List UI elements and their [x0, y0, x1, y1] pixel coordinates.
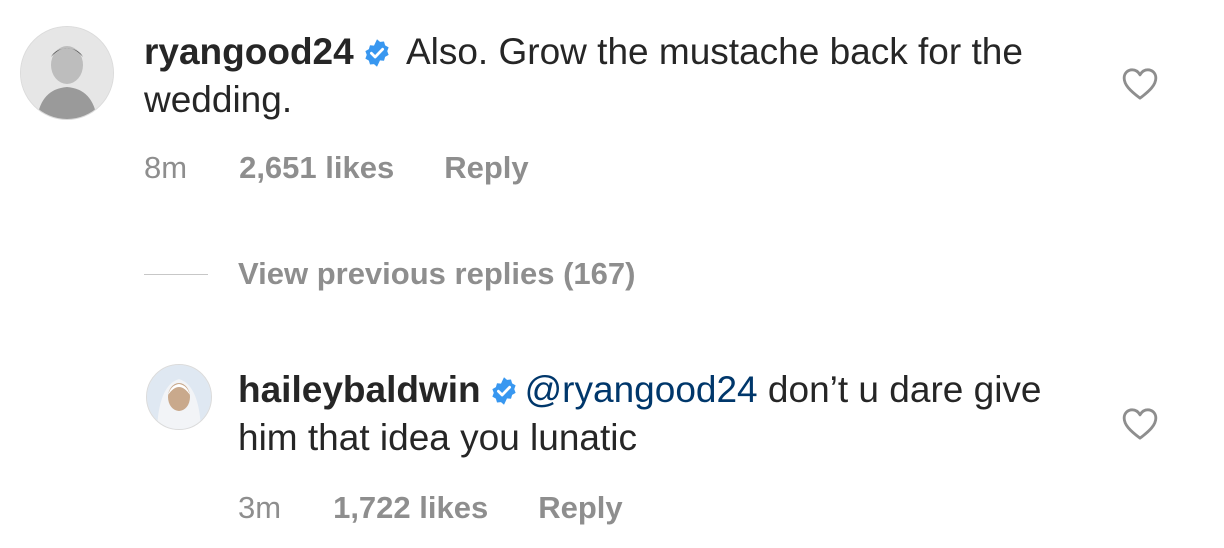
verified-badge-icon: [492, 377, 516, 405]
comment-username[interactable]: ryangood24: [144, 31, 354, 72]
comment-time: 8m: [144, 150, 188, 185]
reply-button[interactable]: Reply: [444, 150, 528, 186]
comment-body: ryangood24 Also. Grow the mustache back …: [144, 28, 1064, 124]
replies-divider: [144, 273, 208, 275]
mention-link[interactable]: @ryangood24: [525, 369, 758, 410]
comment-likes[interactable]: 2,651 likes: [239, 150, 394, 186]
comment-time: 3m: [238, 490, 282, 525]
comment-meta: 3m 1,722 likes Reply: [238, 490, 623, 526]
comment-meta: 8m 2,651 likes Reply: [144, 150, 529, 186]
avatar-image: [147, 365, 211, 429]
avatar-image: [21, 27, 113, 119]
avatar-haileybaldwin[interactable]: [146, 364, 212, 430]
reply-button[interactable]: Reply: [538, 490, 622, 526]
view-previous-replies[interactable]: View previous replies (167): [144, 256, 635, 292]
heart-icon[interactable]: [1120, 64, 1160, 104]
verified-badge-icon: [365, 39, 389, 67]
heart-icon[interactable]: [1120, 404, 1160, 444]
avatar-ryangood24[interactable]: [20, 26, 114, 120]
comment-likes[interactable]: 1,722 likes: [333, 490, 488, 526]
comment-body: haileybaldwin @ryangood24 don’t u dare g…: [238, 366, 1078, 462]
view-replies-label[interactable]: View previous replies (167): [238, 256, 635, 292]
comment-username[interactable]: haileybaldwin: [238, 369, 481, 410]
